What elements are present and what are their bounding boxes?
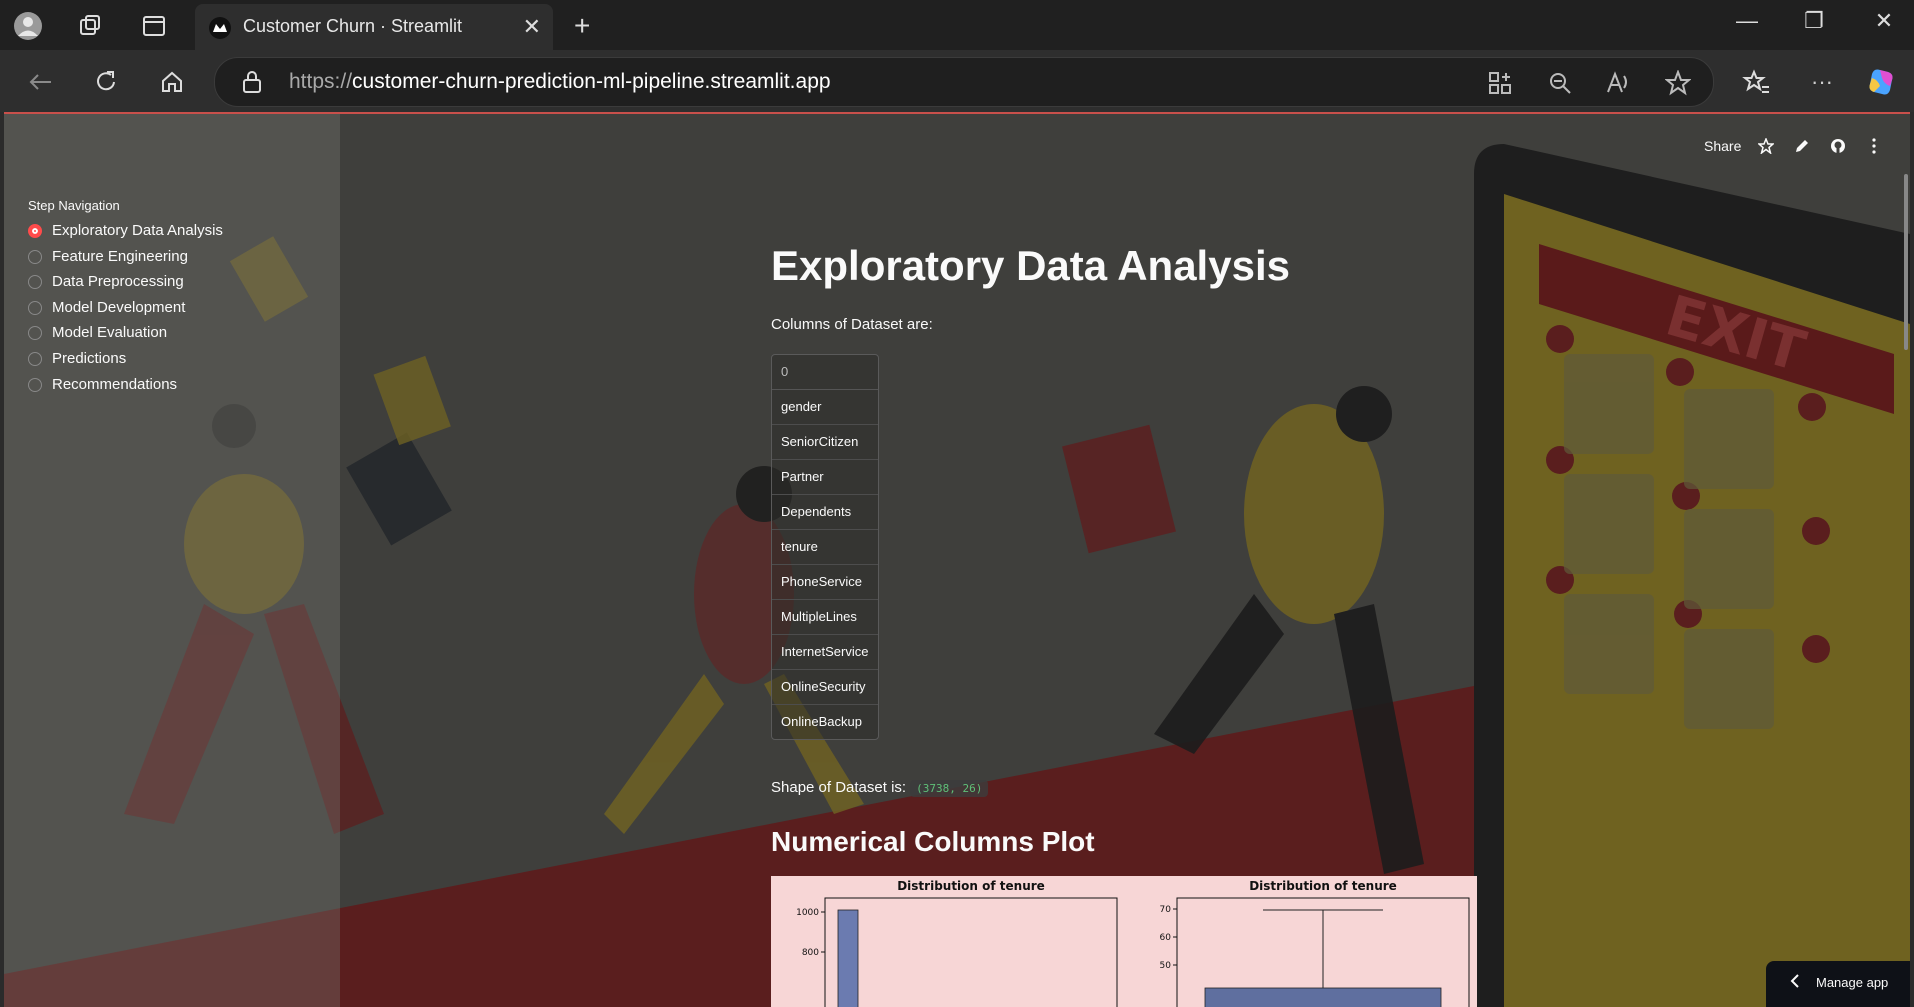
radio-icon[interactable]: [28, 351, 42, 366]
sidebar-item-model-evaluation[interactable]: Model Evaluation: [28, 324, 167, 341]
new-tab-icon[interactable]: +: [574, 10, 590, 42]
sidebar-item-label: Exploratory Data Analysis: [52, 222, 223, 239]
sidebar-title: Step Navigation: [28, 198, 120, 213]
manage-app-button[interactable]: Manage app: [1766, 961, 1910, 1007]
reload-icon[interactable]: [90, 66, 122, 98]
radio-selected-icon[interactable]: [28, 223, 42, 238]
favorite-star-icon[interactable]: [1664, 69, 1692, 101]
table-row: Partner: [772, 460, 878, 495]
tab-close-icon[interactable]: ✕: [523, 14, 541, 40]
chart1-axes: [824, 897, 1118, 1007]
sidebar-item-eda[interactable]: Exploratory Data Analysis: [28, 222, 223, 239]
table-row: gender: [772, 390, 878, 425]
tab-actions-icon[interactable]: [138, 10, 170, 42]
star-icon[interactable]: [1756, 136, 1776, 156]
sidebar-item-recommendations[interactable]: Recommendations: [28, 376, 177, 393]
sidebar: Step Navigation Exploratory Data Analysi…: [4, 114, 340, 1007]
streamlit-app: EXIT Step Navigation Exploratory Data An…: [4, 112, 1910, 1007]
numerical-plot: Distribution of tenure Distribution of t…: [771, 876, 1477, 1007]
table-row: OnlineBackup: [781, 714, 862, 729]
radio-icon[interactable]: [28, 274, 42, 289]
address-bar[interactable]: https://customer-churn-prediction-ml-pip…: [214, 57, 1714, 107]
restore-icon[interactable]: ❐: [1794, 8, 1834, 34]
sidebar-item-label: Predictions: [52, 350, 127, 367]
tab-title: Customer Churn · Streamlit: [243, 16, 463, 36]
y-tick-label: 50: [1160, 961, 1172, 971]
columns-dataframe[interactable]: 0 gender SeniorCitizen Partner Dependent…: [771, 354, 879, 740]
table-row: SeniorCitizen: [772, 425, 878, 460]
radio-icon[interactable]: [28, 325, 42, 340]
chart1-bar: [837, 909, 859, 1007]
radio-icon[interactable]: [28, 377, 42, 392]
y-tick-label: 800: [802, 948, 819, 958]
lock-icon[interactable]: [241, 70, 263, 99]
shape-label: Shape of Dataset is:: [771, 779, 907, 796]
radio-icon[interactable]: [28, 249, 42, 264]
sidebar-item-feature-engineering[interactable]: Feature Engineering: [28, 248, 188, 265]
manage-app-label: Manage app: [1816, 975, 1889, 990]
sidebar-item-label: Model Development: [52, 299, 186, 316]
browser-toolbar: https://customer-churn-prediction-ml-pip…: [0, 50, 1914, 112]
back-icon[interactable]: [24, 66, 56, 98]
columns-label: Columns of Dataset are:: [771, 316, 933, 333]
app-available-icon[interactable]: [1487, 70, 1513, 101]
table-row: OnlineSecurity: [772, 670, 878, 705]
table-row: MultipleLines: [772, 600, 878, 635]
profile-avatar-icon[interactable]: [12, 10, 44, 42]
url-protocol: https://: [289, 70, 353, 93]
table-row: PhoneService: [772, 565, 878, 600]
chart2-title: Distribution of tenure: [1249, 879, 1397, 893]
y-tick-label: 1000: [796, 908, 819, 918]
read-aloud-icon[interactable]: [1605, 70, 1631, 101]
sidebar-item-model-development[interactable]: Model Development: [28, 299, 185, 316]
copilot-icon[interactable]: [1866, 66, 1898, 98]
sidebar-item-label: Feature Engineering: [52, 248, 188, 265]
chart1-title: Distribution of tenure: [897, 879, 1045, 893]
chevron-left-icon: [1790, 974, 1800, 991]
plot-svg: Distribution of tenure Distribution of t…: [796, 879, 1470, 1007]
favorites-icon[interactable]: [1740, 66, 1772, 98]
table-row: InternetService: [772, 635, 878, 670]
browser-titlebar: Customer Churn · Streamlit ✕ + — ❐ ✕: [0, 0, 1914, 50]
workspaces-icon[interactable]: [74, 10, 106, 42]
radio-icon[interactable]: [28, 300, 42, 315]
chart2-box: [1204, 987, 1442, 1007]
sidebar-item-label: Data Preprocessing: [52, 273, 184, 290]
more-menu-icon[interactable]: ···: [1806, 66, 1838, 98]
page-title: Exploratory Data Analysis: [771, 242, 1290, 289]
share-button[interactable]: Share: [1704, 138, 1741, 154]
url-text: https://customer-churn-prediction-ml-pip…: [289, 70, 831, 94]
streamlit-favicon-icon: [209, 17, 231, 39]
zoom-out-icon[interactable]: [1547, 70, 1573, 101]
tab-active[interactable]: Customer Churn · Streamlit ✕: [195, 4, 553, 50]
table-row: tenure: [772, 530, 878, 565]
sidebar-item-predictions[interactable]: Predictions: [28, 350, 126, 367]
sidebar-item-data-preprocessing[interactable]: Data Preprocessing: [28, 273, 184, 290]
table-header: 0: [772, 355, 878, 390]
y-tick-label: 70: [1160, 905, 1172, 915]
home-icon[interactable]: [156, 66, 188, 98]
edit-pencil-icon[interactable]: [1792, 136, 1812, 156]
scrollbar[interactable]: [1904, 174, 1908, 350]
table-row: Dependents: [772, 495, 878, 530]
sidebar-item-label: Recommendations: [52, 376, 178, 393]
shape-value: (3738, 26): [910, 780, 989, 797]
sidebar-item-label: Model Evaluation: [52, 324, 168, 341]
url-host: customer-churn-prediction-ml-pipeline.st…: [352, 70, 831, 93]
y-tick-label: 60: [1160, 933, 1172, 943]
close-window-icon[interactable]: ✕: [1864, 8, 1904, 34]
minimize-icon[interactable]: —: [1727, 8, 1767, 34]
plot-heading: Numerical Columns Plot: [771, 826, 1095, 857]
shape-text: Shape of Dataset is: (3738, 26): [771, 779, 989, 797]
kebab-menu-icon[interactable]: [1864, 136, 1884, 156]
github-icon[interactable]: [1828, 136, 1848, 156]
